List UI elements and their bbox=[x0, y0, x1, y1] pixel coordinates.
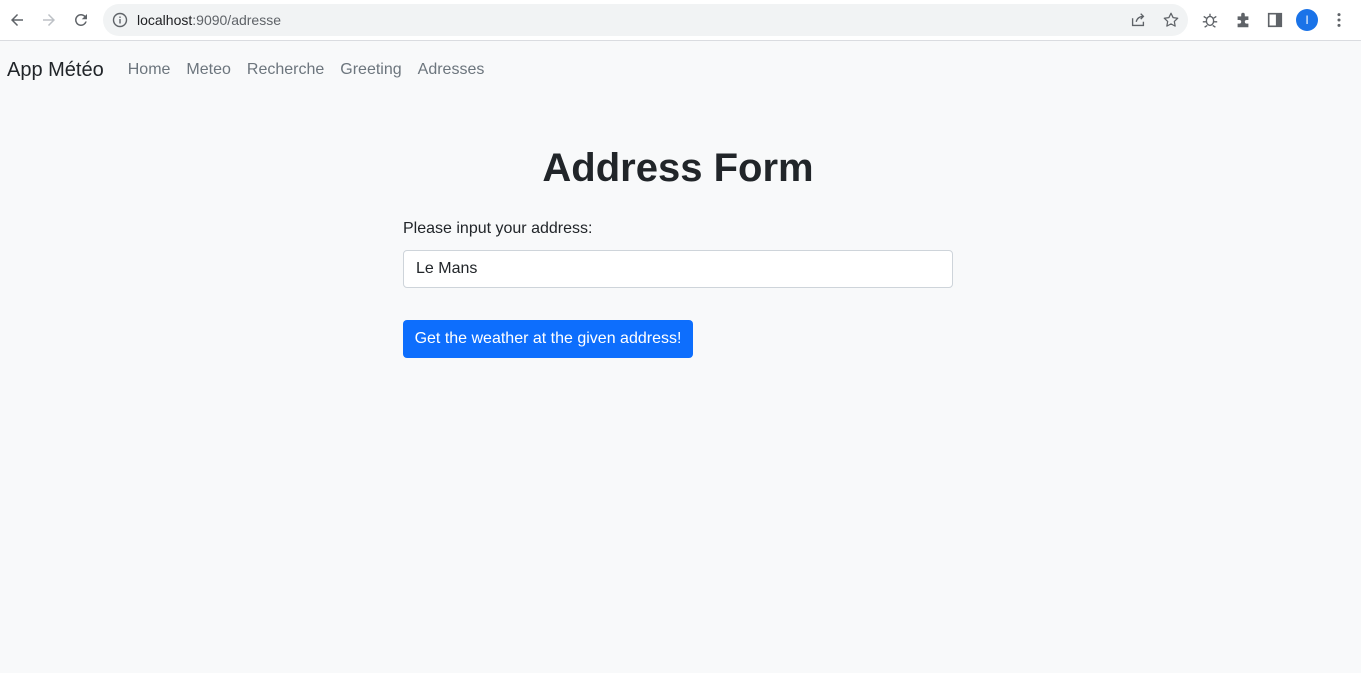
address-bar[interactable]: localhost:9090/adresse bbox=[103, 4, 1188, 36]
back-arrow-icon[interactable] bbox=[5, 8, 29, 32]
address-input[interactable] bbox=[403, 250, 953, 288]
bug-extension-icon[interactable] bbox=[1200, 10, 1220, 30]
bookmark-star-icon[interactable] bbox=[1162, 11, 1180, 29]
address-label: Please input your address: bbox=[403, 220, 593, 237]
site-info-icon[interactable] bbox=[112, 12, 128, 28]
nav-link-home[interactable]: Home bbox=[128, 61, 171, 79]
navbar-brand[interactable]: App Météo bbox=[7, 59, 104, 82]
reload-icon[interactable] bbox=[69, 8, 93, 32]
nav-link-adresses[interactable]: Adresses bbox=[418, 61, 485, 79]
browser-menu-icon[interactable] bbox=[1329, 10, 1349, 30]
url-text: localhost:9090/adresse bbox=[137, 4, 281, 36]
nav-link-meteo[interactable]: Meteo bbox=[186, 61, 230, 79]
nav-link-recherche[interactable]: Recherche bbox=[247, 61, 324, 79]
side-panel-icon[interactable] bbox=[1265, 10, 1285, 30]
nav-link-greeting[interactable]: Greeting bbox=[340, 61, 401, 79]
url-host: localhost bbox=[137, 12, 193, 28]
page-title: Address Form bbox=[542, 146, 814, 190]
url-path: :9090/adresse bbox=[192, 12, 281, 28]
extensions-puzzle-icon[interactable] bbox=[1233, 10, 1253, 30]
browser-toolbar: localhost:9090/adresse I bbox=[0, 0, 1361, 41]
get-weather-button[interactable]: Get the weather at the given address! bbox=[403, 320, 693, 358]
profile-avatar[interactable]: I bbox=[1296, 9, 1318, 31]
share-icon[interactable] bbox=[1129, 11, 1147, 29]
forward-arrow-icon[interactable] bbox=[37, 8, 61, 32]
app-navbar: App Météo Home Meteo Recherche Greeting … bbox=[0, 42, 1361, 98]
